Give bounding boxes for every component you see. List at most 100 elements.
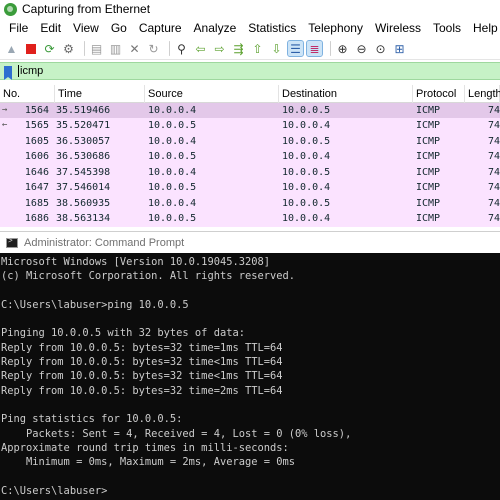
- request-arrow-icon: →: [2, 104, 8, 115]
- zoom-out-icon[interactable]: ⊖: [354, 41, 369, 56]
- packet-row[interactable]: 1647 37.546014 10.0.0.5 10.0.0.4 ICMP 74: [0, 180, 500, 196]
- restart-capture-icon[interactable]: ⟳: [42, 41, 57, 56]
- console-line: Minimum = 0ms, Maximum = 2ms, Average = …: [1, 456, 296, 469]
- packet-list: → 1564 35.519466 10.0.0.4 10.0.0.5 ICMP 7…: [0, 103, 500, 227]
- packet-length: 74: [487, 213, 500, 225]
- close-file-icon[interactable]: ✕: [127, 41, 142, 56]
- packet-time: 37.546014: [56, 182, 111, 194]
- menu-wireless[interactable]: Wireless: [369, 21, 427, 35]
- colorize-icon[interactable]: ≣: [306, 40, 323, 57]
- display-filter-bar: [0, 62, 500, 80]
- console-output[interactable]: Microsoft Windows [Version 10.0.19045.32…: [0, 253, 500, 500]
- packet-destination: 10.0.0.4: [282, 182, 331, 194]
- packet-protocol: ICMP: [416, 120, 441, 132]
- console-reply-line: Reply from 10.0.0.5: bytes=32 time<1ms T…: [1, 356, 283, 369]
- menu-telephony[interactable]: Telephony: [302, 21, 369, 35]
- packet-row[interactable]: 1685 38.560935 10.0.0.4 10.0.0.5 ICMP 74: [0, 196, 500, 212]
- packet-number: 1685: [24, 197, 49, 209]
- console-reply-line: Reply from 10.0.0.5: bytes=32 time=1ms T…: [1, 341, 283, 354]
- column-header-length[interactable]: Length: [465, 84, 500, 103]
- menu-file[interactable]: File: [3, 21, 34, 35]
- start-capture-fin-icon[interactable]: ▲: [4, 41, 19, 56]
- column-header-time[interactable]: Time: [55, 84, 145, 103]
- packet-time: 35.520471: [56, 120, 111, 132]
- console-prompt[interactable]: C:\Users\labuser>: [1, 484, 500, 498]
- packet-length: 74: [487, 104, 500, 116]
- stop-capture-icon[interactable]: [23, 41, 38, 56]
- packet-protocol: ICMP: [416, 166, 441, 178]
- command-prompt-icon: [6, 236, 18, 248]
- packet-number: 1646: [24, 166, 49, 178]
- menu-tools[interactable]: Tools: [427, 21, 467, 35]
- menu-help[interactable]: Help: [467, 21, 500, 35]
- packet-source: 10.0.0.4: [148, 135, 197, 147]
- main-toolbar: ▲ ⟳ ⚙ ▤ ▥ ✕ ↻ ⚲ ⇦ ⇨ ⇶ ⇧ ⇩ ☰ ≣ ⊕ ⊖ ⊙ ⊞: [0, 38, 500, 60]
- packet-source: 10.0.0.5: [148, 120, 197, 132]
- packet-source: 10.0.0.5: [148, 182, 197, 194]
- menu-capture[interactable]: Capture: [133, 21, 188, 35]
- cmd-window-title: Administrator: Command Prompt: [24, 236, 185, 249]
- wireshark-fin-icon: [4, 2, 17, 16]
- go-first-packet-icon[interactable]: ⇧: [250, 41, 265, 56]
- zoom-reset-icon[interactable]: ⊙: [373, 41, 388, 56]
- packet-time: 36.530686: [56, 151, 111, 163]
- console-line: Microsoft Windows [Version 10.0.19045.32…: [1, 256, 270, 268]
- packet-number: 1565: [24, 120, 49, 132]
- packet-number: 1564: [24, 104, 49, 116]
- packet-row[interactable]: 1646 37.545398 10.0.0.4 10.0.0.5 ICMP 74: [0, 165, 500, 181]
- column-header-no[interactable]: No.: [0, 84, 55, 103]
- find-packet-icon[interactable]: ⚲: [174, 41, 189, 56]
- filter-bookmark-icon[interactable]: [4, 65, 12, 80]
- reload-file-icon[interactable]: ↻: [146, 41, 161, 56]
- open-file-icon[interactable]: ▤: [89, 41, 104, 56]
- console-command-line: C:\Users\labuser>ping 10.0.0.5: [1, 298, 189, 311]
- menu-analyze[interactable]: Analyze: [188, 21, 243, 35]
- display-filter-input[interactable]: [18, 65, 478, 77]
- packet-row[interactable]: → 1564 35.519466 10.0.0.4 10.0.0.5 ICMP 7…: [0, 103, 500, 119]
- packet-row[interactable]: 1605 36.530057 10.0.0.4 10.0.0.5 ICMP 74: [0, 134, 500, 150]
- packet-destination: 10.0.0.4: [282, 120, 331, 132]
- save-file-icon[interactable]: ▥: [108, 41, 123, 56]
- packet-list-header: No. Time Source Destination Protocol Len…: [0, 84, 500, 103]
- packet-protocol: ICMP: [416, 182, 441, 194]
- go-last-packet-icon[interactable]: ⇩: [269, 41, 284, 56]
- packet-length: 74: [487, 151, 500, 163]
- packet-time: 38.563134: [56, 213, 111, 225]
- packet-length: 74: [487, 120, 500, 132]
- menu-go[interactable]: Go: [105, 21, 133, 35]
- packet-row[interactable]: 1606 36.530686 10.0.0.5 10.0.0.4 ICMP 74: [0, 149, 500, 165]
- console-line: Ping statistics for 10.0.0.5:: [1, 413, 183, 426]
- column-header-destination[interactable]: Destination: [279, 84, 413, 103]
- packet-number: 1606: [24, 151, 49, 163]
- packet-length: 74: [487, 135, 500, 147]
- menu-bar: File Edit View Go Capture Analyze Statis…: [0, 18, 500, 38]
- auto-scroll-icon[interactable]: ☰: [287, 40, 304, 57]
- go-back-arrow-icon[interactable]: ⇦: [193, 41, 208, 56]
- toolbar-separator: [84, 41, 85, 56]
- packet-row[interactable]: ← 1565 35.520471 10.0.0.5 10.0.0.4 ICMP 7…: [0, 118, 500, 134]
- toolbar-separator: [330, 41, 331, 56]
- zoom-in-icon[interactable]: ⊕: [335, 41, 350, 56]
- packet-number: 1605: [24, 135, 49, 147]
- go-to-packet-icon[interactable]: ⇶: [231, 41, 246, 56]
- console-line: Pinging 10.0.0.5 with 32 bytes of data:: [1, 327, 245, 340]
- console-line: Approximate round trip times in milli-se…: [1, 441, 289, 454]
- packet-source: 10.0.0.5: [148, 151, 197, 163]
- resize-columns-icon[interactable]: ⊞: [392, 41, 407, 56]
- menu-edit[interactable]: Edit: [34, 21, 67, 35]
- packet-row[interactable]: 1686 38.563134 10.0.0.5 10.0.0.4 ICMP 74: [0, 211, 500, 227]
- console-line: (c) Microsoft Corporation. All rights re…: [1, 270, 296, 283]
- window-title: Capturing from Ethernet: [22, 2, 151, 16]
- column-header-source[interactable]: Source: [145, 84, 279, 103]
- menu-statistics[interactable]: Statistics: [242, 21, 302, 35]
- column-header-protocol[interactable]: Protocol: [413, 84, 465, 103]
- console-line: Packets: Sent = 4, Received = 4, Lost = …: [1, 427, 352, 440]
- packet-time: 38.560935: [56, 197, 111, 209]
- go-forward-arrow-icon[interactable]: ⇨: [212, 41, 227, 56]
- capture-options-gear-icon[interactable]: ⚙: [61, 41, 76, 56]
- menu-view[interactable]: View: [67, 21, 105, 35]
- packet-time: 36.530057: [56, 135, 111, 147]
